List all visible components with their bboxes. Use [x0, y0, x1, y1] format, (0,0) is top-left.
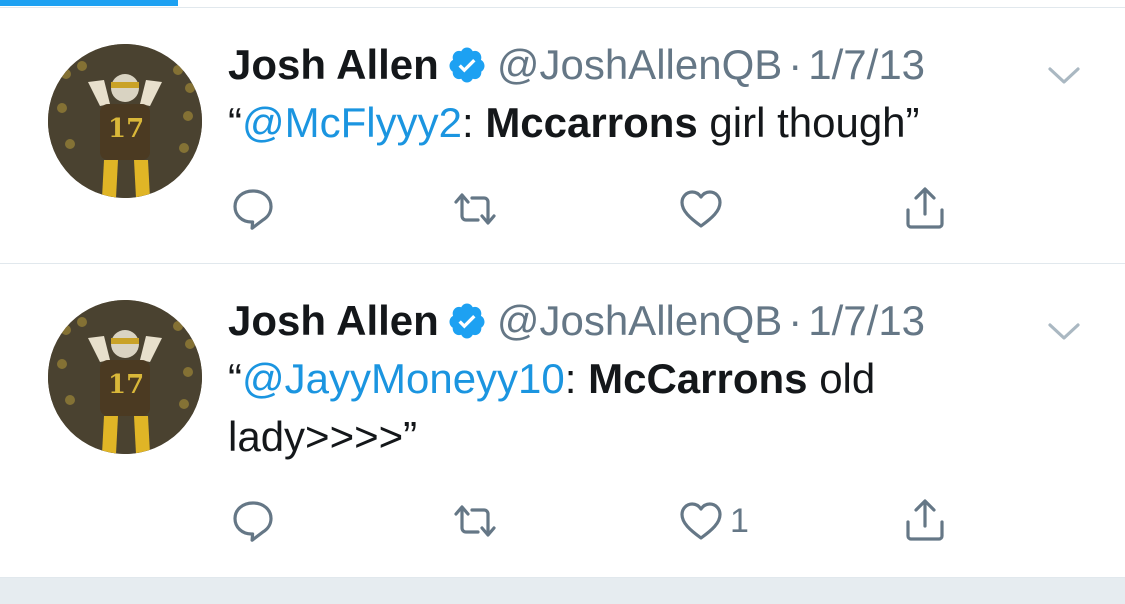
verified-badge-icon — [449, 47, 485, 83]
dot-separator: · — [788, 297, 803, 344]
like-button[interactable] — [676, 184, 730, 234]
colon: : — [461, 99, 486, 146]
retweet-icon — [454, 193, 496, 225]
handle[interactable]: @JoshAllenQB — [497, 297, 782, 344]
colon: : — [564, 355, 589, 402]
mention-link[interactable]: @McFlyyy2 — [242, 99, 462, 146]
tweet-actions — [228, 184, 968, 234]
chevron-down-icon[interactable] — [1044, 311, 1084, 351]
tweet-date[interactable]: 1/7/13 — [808, 297, 925, 344]
bold-text: McCarrons — [588, 355, 808, 402]
heart-icon — [680, 502, 722, 540]
tweet-text: “@McFlyyy2: Mccarrons girl though” — [228, 94, 1048, 152]
tweet-actions: 1 — [228, 496, 968, 546]
share-button[interactable] — [900, 184, 950, 234]
tweet-date[interactable]: 1/7/13 — [808, 41, 925, 88]
active-tab-indicator — [0, 0, 178, 6]
mention-link[interactable]: @JayyMoneyy10 — [242, 355, 565, 402]
like-count: 1 — [730, 501, 749, 540]
jersey-number: 17 — [108, 370, 145, 400]
dot-separator: · — [788, 41, 803, 88]
display-name[interactable]: Josh Allen — [228, 297, 439, 344]
tweet-text: “@JayyMoneyy10: McCarrons old lady>>>>” — [228, 350, 968, 466]
tweet[interactable]: 17 Josh Allen @JoshAllenQB · 1/7/13 “@JayyM… — [0, 264, 1125, 578]
share-button[interactable] — [900, 496, 950, 546]
reply-button[interactable] — [228, 496, 278, 546]
timeline-gap — [0, 578, 1125, 604]
retweet-button[interactable] — [450, 496, 500, 546]
like-button[interactable]: 1 — [676, 496, 749, 546]
tweet[interactable]: 17 Josh Allen @JoshAllenQB · 1/7/13 “@McFly… — [0, 8, 1125, 264]
tweet-header: Josh Allen @JoshAllenQB · 1/7/13 — [228, 40, 925, 90]
bold-text: Mccarrons — [485, 99, 698, 146]
tweet-header: Josh Allen @JoshAllenQB · 1/7/13 — [228, 296, 925, 346]
open-quote: “ — [228, 99, 242, 146]
reply-icon — [233, 501, 273, 542]
share-icon — [906, 499, 944, 541]
share-icon — [906, 187, 944, 229]
text-rest: girl though” — [697, 99, 920, 146]
retweet-icon — [454, 505, 496, 537]
open-quote: “ — [228, 355, 242, 402]
verified-badge-icon — [449, 303, 485, 339]
avatar[interactable]: 17 — [48, 44, 202, 198]
avatar[interactable]: 17 — [48, 300, 202, 454]
chevron-down-icon[interactable] — [1044, 55, 1084, 95]
handle[interactable]: @JoshAllenQB — [497, 41, 782, 88]
retweet-button[interactable] — [450, 184, 500, 234]
heart-icon — [680, 190, 722, 228]
reply-icon — [233, 189, 273, 230]
reply-button[interactable] — [228, 184, 278, 234]
top-tab-bar — [0, 0, 1125, 8]
jersey-number: 17 — [108, 114, 145, 144]
display-name[interactable]: Josh Allen — [228, 41, 439, 88]
